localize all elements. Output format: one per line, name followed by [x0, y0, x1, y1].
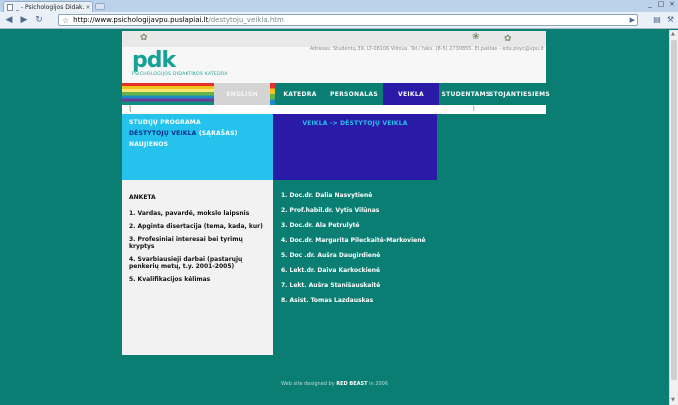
anketa-item: 3. Profesiniai interesai bei tyrimų kryp…	[129, 236, 243, 250]
menu-sarasas[interactable]: (SĄRAŠAS)	[199, 130, 238, 137]
side-menu: STUDIJŲ PROGRAMA DĖSTYTOJŲ VEIKLA (SĄRAŠ…	[122, 114, 273, 180]
anketa-box: ANKETA 1. Vardas, pavardė, mokslo laipsn…	[122, 180, 273, 355]
menu-studiju-programa[interactable]: STUDIJŲ PROGRAMA	[129, 119, 266, 126]
header-banner: ✿ ❀ ✿	[122, 31, 546, 47]
nav-studentams[interactable]: STUDENTAMS	[439, 83, 493, 105]
nav-katedra[interactable]: KATEDRA	[275, 83, 325, 105]
page-icon	[7, 3, 13, 11]
contact-address: Adresas: Studentų 39, LT-08106 Vilnius. …	[309, 46, 544, 52]
logo-subtitle: PSICHOLOGIJOS DIDAKTIKOS KATEDRA	[132, 72, 228, 77]
staff-link[interactable]: 6. Lekt.dr. Daiva Karkockienė	[281, 267, 429, 274]
branch-decoration-icon: ✿	[504, 34, 512, 44]
nav-stojantiesiems[interactable]: STOJANTIESIEMS	[489, 83, 550, 105]
section-panels: STUDIJŲ PROGRAMA DĖSTYTOJŲ VEIKLA (SĄRAŠ…	[122, 114, 546, 180]
logo-mark: pdk	[132, 48, 176, 73]
staff-link[interactable]: 1. Doc.dr. Dalia Nasvytienė	[281, 192, 429, 199]
footer-brand: RED BEAST	[336, 381, 368, 387]
reload-icon[interactable]: ↻	[33, 14, 45, 26]
address-bar[interactable]: ☆ http://www.psichologijavpu.puslapiai.l…	[58, 14, 638, 26]
rainbow-stripes	[122, 83, 214, 105]
menu-destytoju-veikla[interactable]: DĖSTYTOJŲ VEIKLA (SĄRAŠAS)	[129, 130, 266, 137]
anketa-item: 4. Svarbiausieji darbai (pastarųjų penke…	[129, 256, 243, 270]
browser-tab[interactable]: _ - Psichologijos Didak... ×	[3, 1, 93, 12]
url-host: http://www.psichologijavpu.puslapiai.lt	[73, 16, 209, 24]
vertical-scrollbar[interactable]: ▲ ▼	[669, 30, 678, 405]
back-icon[interactable]: ◀	[3, 14, 15, 26]
site-footer: Web site designed by RED BEAST in 2006	[0, 381, 669, 387]
branch-decoration-icon: ✿	[140, 33, 148, 43]
toolbar-menus: ▤ ⚒	[653, 15, 674, 24]
minimize-icon[interactable]: _	[646, 0, 654, 8]
staff-link[interactable]: 2. Prof.habil.dr. Vytis Vilūnas	[281, 207, 429, 214]
window-controls: _ □ ×	[646, 0, 676, 8]
anketa-item: 5. Kvalifikacijos kėlimas	[129, 276, 211, 283]
close-tab-icon[interactable]: ×	[84, 4, 92, 11]
nav-english[interactable]: ENGLISH	[214, 83, 270, 105]
scroll-up-icon[interactable]: ▲	[671, 31, 675, 37]
nav-personalas[interactable]: PERSONALAS	[325, 83, 383, 105]
branch-decoration-icon: ❀	[472, 32, 480, 42]
branch-decoration-icon: ⌇	[472, 105, 476, 113]
staff-link[interactable]: 5. Doc .dr. Aušra Daugirdienė	[281, 252, 429, 259]
staff-link[interactable]: 8. Asist. Tomas Lazdauskas	[281, 297, 429, 304]
subheader-strip: ⌇ ⌇	[122, 105, 546, 115]
go-icon[interactable]: ▶	[630, 16, 635, 24]
maximize-icon[interactable]: □	[657, 0, 665, 8]
forward-icon[interactable]: ▶	[18, 14, 30, 26]
staff-link[interactable]: 4. Doc.dr. Margarita Pileckaitė-Markovie…	[281, 237, 429, 244]
breadcrumb-panel: VEIKLA -> DĖSTYTOJŲ VEIKLA	[273, 114, 437, 180]
staff-list: 1. Doc.dr. Dalia Nasvytienė 2. Prof.habi…	[273, 180, 437, 355]
scroll-down-icon[interactable]: ▼	[671, 397, 675, 403]
close-window-icon[interactable]: ×	[668, 0, 676, 8]
breadcrumb: VEIKLA -> DĖSTYTOJŲ VEIKLA	[302, 120, 408, 127]
new-tab-button[interactable]	[95, 3, 105, 10]
url-path: /destytoju_veikla.htm	[208, 16, 284, 24]
browser-tab-bar: _ - Psichologijos Didak... × _ □ ×	[0, 0, 678, 12]
menu-destytoju-veikla-label: DĖSTYTOJŲ VEIKLA	[129, 130, 197, 137]
tab-title: _ - Psichologijos Didak...	[16, 3, 84, 11]
empty-panel	[437, 114, 546, 180]
bookmark-star-icon[interactable]: ☆	[62, 16, 69, 25]
wrench-icon[interactable]: ⚒	[667, 15, 674, 24]
main-nav: ENGLISH KATEDRA PERSONALAS VEIKLA STUDEN…	[122, 83, 550, 105]
scroll-thumb[interactable]	[671, 40, 677, 380]
anketa-title: ANKETA	[129, 194, 156, 201]
page-menu-icon[interactable]: ▤	[653, 15, 661, 24]
site-header: ✿ ❀ ✿ Adresas: Studentų 39, LT-08106 Vil…	[122, 31, 546, 83]
staff-link[interactable]: 3. Doc.dr. Ala Petrulytė	[281, 222, 429, 229]
footer-suffix: in 2006	[369, 381, 388, 387]
anketa-item: 2. Apginta disertacija (tema, kada, kur)	[129, 223, 263, 230]
site-logo[interactable]: pdk PSICHOLOGIJOS DIDAKTIKOS KATEDRA	[132, 48, 228, 78]
website-container: ✿ ❀ ✿ Adresas: Studentų 39, LT-08106 Vil…	[122, 31, 550, 355]
browser-toolbar: ◀ ▶ ↻ ☆ http://www.psichologijavpu.pusla…	[0, 12, 678, 29]
staff-link[interactable]: 7. Lekt. Aušra Stanišauskaitė	[281, 282, 429, 289]
menu-naujienos[interactable]: NAUJIENOS	[129, 141, 266, 148]
nav-veikla[interactable]: VEIKLA	[383, 83, 439, 105]
footer-prefix: Web site designed by	[281, 381, 335, 387]
anketa-item: 1. Vardas, pavardė, mokslo laipsnis	[129, 210, 250, 217]
content-area: ANKETA 1. Vardas, pavardė, mokslo laipsn…	[122, 180, 546, 355]
